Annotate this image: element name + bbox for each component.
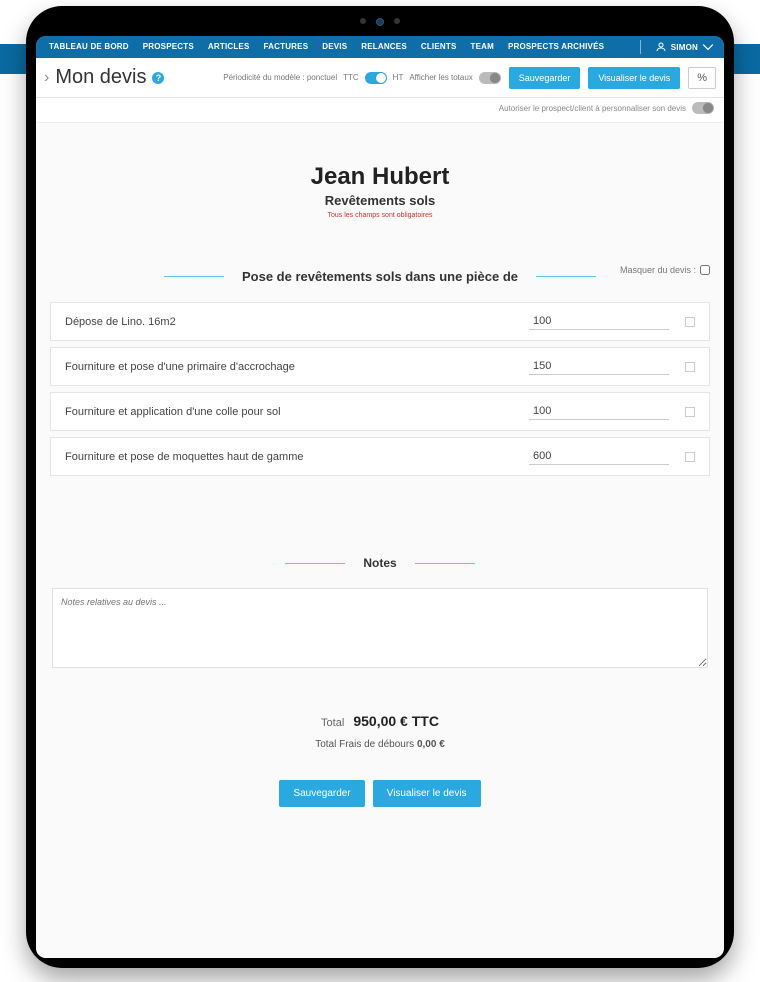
item-row: Fourniture et pose d'une primaire d'accr…	[50, 347, 710, 386]
tablet-frame: TABLEAU DE BORD PROSPECTS ARTICLES FACTU…	[26, 6, 734, 968]
client-subtitle: Revêtements sols	[46, 193, 714, 208]
item-row: Fourniture et pose de moquettes haut de …	[50, 437, 710, 476]
required-fields-note: Tous les champs sont obligatoires	[46, 212, 714, 219]
nav-devis[interactable]: DEVIS	[315, 36, 354, 58]
item-label: Fourniture et pose d'une primaire d'accr…	[65, 361, 529, 373]
fees-label: Total Frais de débours	[315, 739, 414, 750]
item-value-input[interactable]	[529, 403, 669, 420]
show-totals-label: Afficher les totaux	[409, 73, 472, 82]
divider-right	[415, 563, 475, 564]
page-title: Mon devis	[55, 66, 146, 89]
item-label: Dépose de Lino. 16m2	[65, 316, 529, 328]
sub-toolbar: › Mon devis ? Périodicité du modèle : po…	[36, 58, 724, 98]
ht-label: HT	[393, 73, 404, 82]
notes-title: Notes	[363, 556, 396, 570]
nav-factures[interactable]: FACTURES	[257, 36, 316, 58]
section-header: Masquer du devis : Pose de revêtements s…	[46, 269, 714, 284]
nav-articles[interactable]: ARTICLES	[201, 36, 257, 58]
total-label: Total	[321, 717, 344, 729]
show-totals-toggle[interactable]	[479, 72, 501, 84]
app-screen: TABLEAU DE BORD PROSPECTS ARTICLES FACTU…	[36, 36, 724, 958]
nav-clients[interactable]: CLIENTS	[414, 36, 464, 58]
total-amount: 950,00 € TTC	[353, 713, 439, 729]
nav-relances[interactable]: RELANCES	[354, 36, 414, 58]
nav-team[interactable]: TEAM	[463, 36, 500, 58]
nav-tableau-de-bord[interactable]: TABLEAU DE BORD	[42, 36, 136, 58]
item-checkbox[interactable]	[685, 362, 695, 372]
item-checkbox[interactable]	[685, 452, 695, 462]
totals: Total 950,00 € TTC Total Frais de débour…	[46, 713, 714, 750]
view-quote-button[interactable]: Visualiser le devis	[588, 67, 680, 89]
user-name: SIMON	[671, 43, 698, 52]
notes-header: Notes	[46, 556, 714, 570]
notes-box	[52, 588, 708, 673]
mask-label: Masquer du devis :	[620, 265, 696, 275]
nav-prospects-archives[interactable]: PROSPECTS ARCHIVÉS	[501, 36, 611, 58]
notes-textarea[interactable]	[52, 588, 708, 668]
items-list: Dépose de Lino. 16m2 Fourniture et pose …	[46, 302, 714, 476]
item-value-input[interactable]	[529, 448, 669, 465]
ttc-label: TTC	[343, 73, 359, 82]
nav-items: TABLEAU DE BORD PROSPECTS ARTICLES FACTU…	[36, 36, 636, 58]
nav-prospects[interactable]: PROSPECTS	[136, 36, 201, 58]
tablet-camera	[355, 18, 405, 24]
periodicity-label: Périodicité du modèle : ponctuel	[223, 73, 337, 82]
section-title: Pose de revêtements sols dans une pièce …	[242, 269, 518, 284]
item-row: Fourniture et application d'une colle po…	[50, 392, 710, 431]
chevron-down-icon	[702, 41, 714, 53]
item-checkbox[interactable]	[685, 407, 695, 417]
top-nav: TABLEAU DE BORD PROSPECTS ARTICLES FACTU…	[36, 36, 724, 58]
divider-left	[164, 276, 224, 277]
divider-left	[285, 563, 345, 564]
percent-button[interactable]: %	[688, 67, 716, 89]
permission-toggle[interactable]	[692, 102, 714, 114]
content-area: Jean Hubert Revêtements sols Tous les ch…	[36, 123, 724, 958]
item-label: Fourniture et application d'une colle po…	[65, 406, 529, 418]
item-row: Dépose de Lino. 16m2	[50, 302, 710, 341]
item-value-input[interactable]	[529, 313, 669, 330]
user-icon	[655, 41, 667, 53]
fees-amount: 0,00 €	[417, 739, 445, 750]
permission-label: Autoriser le prospect/client à personnal…	[499, 104, 686, 113]
mask-checkbox[interactable]	[700, 265, 710, 275]
view-quote-button-bottom[interactable]: Visualiser le devis	[373, 780, 481, 807]
item-value-input[interactable]	[529, 358, 669, 375]
ttc-ht-toggle[interactable]	[365, 72, 387, 84]
save-button-bottom[interactable]: Sauvegarder	[279, 780, 364, 807]
item-checkbox[interactable]	[685, 317, 695, 327]
mask-from-quote: Masquer du devis :	[620, 265, 710, 275]
nav-separator	[640, 40, 641, 54]
permission-row: Autoriser le prospect/client à personnal…	[36, 98, 724, 123]
divider-right	[536, 276, 596, 277]
item-label: Fourniture et pose de moquettes haut de …	[65, 451, 529, 463]
help-icon[interactable]: ?	[152, 72, 164, 84]
chevron-right-icon[interactable]: ›	[44, 69, 49, 87]
bottom-actions: Sauvegarder Visualiser le devis	[46, 780, 714, 807]
save-button[interactable]: Sauvegarder	[509, 67, 581, 89]
client-name: Jean Hubert	[46, 163, 714, 191]
user-menu[interactable]: SIMON	[645, 41, 724, 53]
